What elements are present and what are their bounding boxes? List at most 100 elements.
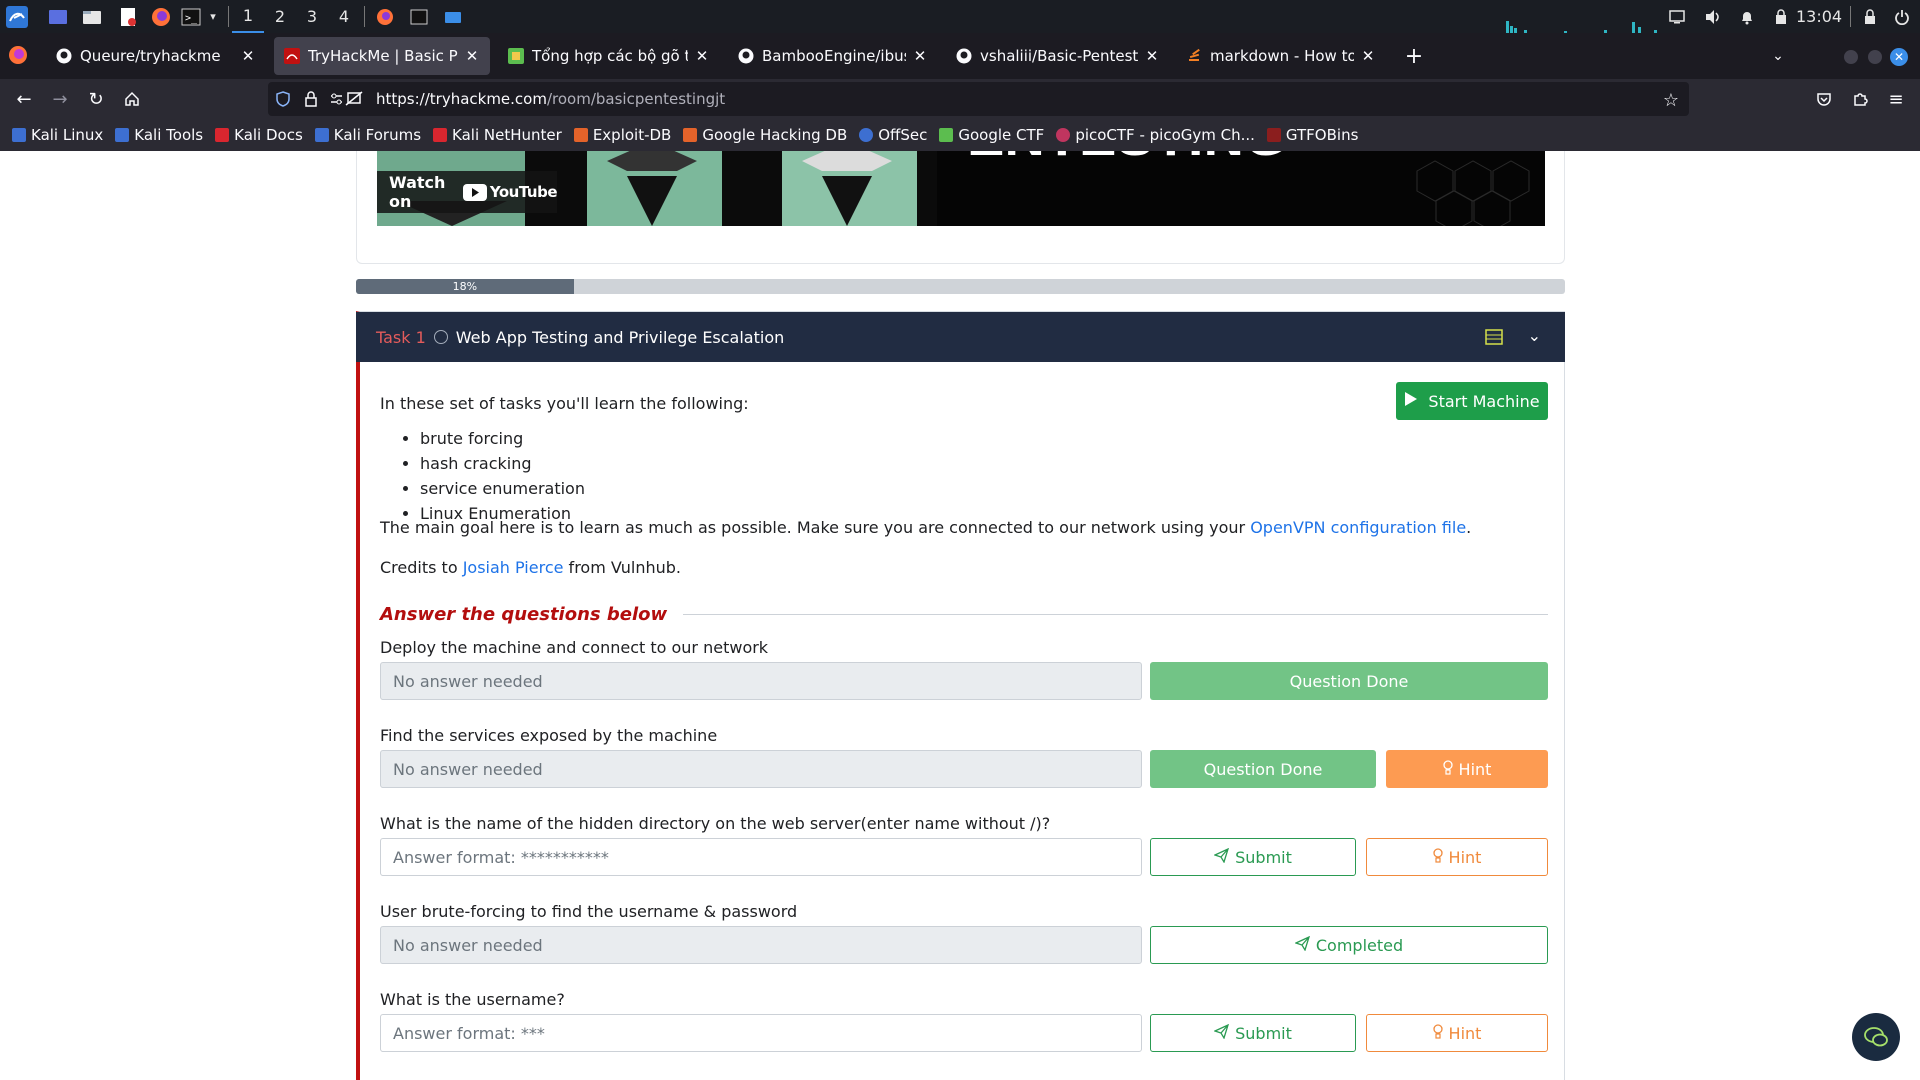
notifications-bell-icon[interactable]: [1734, 0, 1760, 33]
firefox-window-icon[interactable]: [372, 0, 398, 33]
pocket-icon[interactable]: [1808, 83, 1840, 115]
workspace-2[interactable]: 2: [264, 0, 296, 33]
bookmark-kali-forums[interactable]: Kali Forums: [314, 126, 421, 144]
lightbulb-icon: [1432, 1023, 1443, 1043]
workspace-1[interactable]: 1: [232, 0, 264, 33]
tab-title: vshaliii/Basic-Pentesting-1: [980, 47, 1138, 65]
battery-lock-icon[interactable]: [1768, 0, 1794, 33]
progress-fill: 18%: [356, 279, 574, 294]
bookmark-gtfobins[interactable]: GTFOBins: [1266, 126, 1358, 144]
task-files-icon[interactable]: [1485, 328, 1503, 350]
bookmark-google-ctf[interactable]: Google CTF: [939, 126, 1044, 144]
bookmark-exploit-db[interactable]: Exploit-DB: [573, 126, 671, 144]
shield-icon[interactable]: [276, 91, 290, 111]
home-icon[interactable]: [116, 83, 148, 115]
extensions-puzzle-icon[interactable]: [1844, 83, 1876, 115]
answers-heading: Answer the questions below: [380, 604, 1548, 625]
hint-button[interactable]: Hint: [1366, 838, 1548, 876]
window-close-button[interactable]: ✕: [1890, 48, 1908, 66]
window-minimize-button[interactable]: [1844, 50, 1858, 64]
bookmark-kali-docs[interactable]: Kali Docs: [215, 126, 303, 144]
tryhackme-icon: [284, 48, 300, 64]
bookmark-google-hacking-db[interactable]: Google Hacking DB: [683, 126, 847, 144]
bookmark-kali-tools[interactable]: Kali Tools: [115, 126, 203, 144]
task-number: Task 1: [376, 327, 426, 347]
folder-window-icon[interactable]: [440, 0, 466, 33]
bookmark-kali-linux[interactable]: Kali Linux: [12, 126, 103, 144]
reload-icon[interactable]: ↻: [80, 83, 112, 115]
url-bar[interactable]: https://tryhackme.com/room/basicpentesti…: [268, 82, 1689, 116]
openvpn-config-link[interactable]: OpenVPN configuration file: [1250, 518, 1466, 537]
bookmark-kali-nethunter[interactable]: Kali NetHunter: [433, 126, 562, 144]
close-icon[interactable]: ✕: [694, 47, 710, 65]
hamburger-menu-icon[interactable]: ≡: [1880, 83, 1912, 115]
system-clock[interactable]: 13:04: [1796, 0, 1842, 33]
answer-input: No answer needed: [380, 662, 1142, 700]
github-icon: [738, 48, 754, 64]
task-title: Web App Testing and Privilege Escalation: [455, 327, 785, 347]
lock-screen-icon[interactable]: [1857, 0, 1883, 33]
lightbulb-icon: [1442, 759, 1453, 779]
watch-on-youtube-button[interactable]: Watch on YouTube: [377, 171, 558, 213]
text-editor-icon[interactable]: [116, 0, 140, 33]
bookmarks-bar: Kali Linux Kali Tools Kali Docs Kali For…: [0, 119, 1920, 151]
display-icon[interactable]: [1664, 0, 1690, 33]
page-content: ENTESTING Watch on YouTube 18%: [0, 151, 1920, 1080]
bookmark-picoctf[interactable]: picoCTF - picoGym Ch...: [1056, 126, 1255, 144]
submit-button[interactable]: Submit: [1150, 838, 1356, 876]
answer-input[interactable]: Answer format: ***********: [380, 838, 1142, 876]
tab-title: markdown - How to add images: [1210, 47, 1354, 65]
task-card: Task 1 Web App Testing and Privilege Esc…: [356, 311, 1565, 1080]
permissions-icon[interactable]: [330, 91, 364, 111]
paper-plane-icon: [1213, 847, 1230, 867]
firefox-launcher-icon[interactable]: [148, 0, 174, 33]
forward-arrow-icon[interactable]: →: [44, 83, 76, 115]
kali-forums-icon: [314, 128, 329, 142]
list-tabs-chevron-icon[interactable]: ⌄: [1762, 40, 1794, 72]
kali-dragon-icon: [12, 128, 26, 142]
support-chat-icon[interactable]: [1852, 1013, 1900, 1061]
new-tab-plus-icon[interactable]: +: [1398, 40, 1430, 72]
youtube-video-embed[interactable]: ENTESTING Watch on YouTube: [377, 151, 1545, 226]
hint-button[interactable]: Hint: [1366, 1014, 1548, 1052]
url-text[interactable]: https://tryhackme.com/room/basicpentesti…: [376, 82, 725, 116]
chevron-down-icon[interactable]: ▾: [206, 0, 220, 33]
close-icon[interactable]: ✕: [464, 47, 480, 65]
terminal-launcher-icon[interactable]: >_: [180, 0, 202, 33]
tab-bambooengine[interactable]: BambooEngine/ibus-bamboo ✕: [728, 37, 938, 75]
workspace-3[interactable]: 3: [296, 0, 328, 33]
start-machine-button[interactable]: Start Machine: [1396, 382, 1548, 420]
tab-markdown-images[interactable]: markdown - How to add images ✕: [1176, 37, 1386, 75]
tab-queure-tryhackme[interactable]: Queure/tryhackme ✕: [46, 37, 266, 75]
close-icon[interactable]: ✕: [912, 47, 928, 65]
close-icon[interactable]: ✕: [1144, 47, 1160, 65]
josiah-pierce-link[interactable]: Josiah Pierce: [463, 558, 564, 577]
kali-menu-icon[interactable]: [4, 0, 30, 33]
url-path: /room/basicpentestingjt: [546, 90, 726, 108]
tab-basic-pentesting-writeup[interactable]: vshaliii/Basic-Pentesting-1 ✕: [946, 37, 1170, 75]
hint-button[interactable]: Hint: [1386, 750, 1548, 788]
question-text: Find the services exposed by the machine: [380, 726, 718, 745]
chevron-down-icon[interactable]: ⌄: [1528, 326, 1541, 345]
tab-vietnamese-input[interactable]: Tổng hợp các bộ gõ tiếng Việt ✕: [498, 37, 720, 75]
tab-tryhackme-basic-pentesting[interactable]: TryHackMe | Basic Pentesting ✕: [274, 37, 490, 75]
bookmark-offsec[interactable]: OffSec: [859, 126, 927, 144]
volume-icon[interactable]: [1700, 0, 1726, 33]
back-arrow-icon[interactable]: ←: [8, 83, 40, 115]
power-icon[interactable]: [1888, 0, 1916, 33]
submit-button[interactable]: Submit: [1150, 1014, 1356, 1052]
window-maximize-button[interactable]: [1868, 50, 1882, 64]
answer-input[interactable]: Answer format: ***: [380, 1014, 1142, 1052]
firefox-view-icon[interactable]: [8, 45, 30, 67]
close-icon[interactable]: ✕: [240, 47, 256, 65]
close-icon[interactable]: ✕: [1360, 47, 1376, 65]
workspace-4[interactable]: 4: [328, 0, 360, 33]
bookmark-star-icon[interactable]: ☆: [1663, 90, 1679, 111]
list-item: service enumeration: [420, 476, 585, 501]
show-desktop-icon[interactable]: [46, 0, 70, 33]
padlock-icon[interactable]: [304, 91, 318, 111]
task-header[interactable]: Task 1 Web App Testing and Privilege Esc…: [356, 312, 1565, 362]
file-manager-icon[interactable]: [80, 0, 104, 33]
terminal-window-icon[interactable]: [406, 0, 432, 33]
picoctf-icon: [1056, 128, 1071, 142]
